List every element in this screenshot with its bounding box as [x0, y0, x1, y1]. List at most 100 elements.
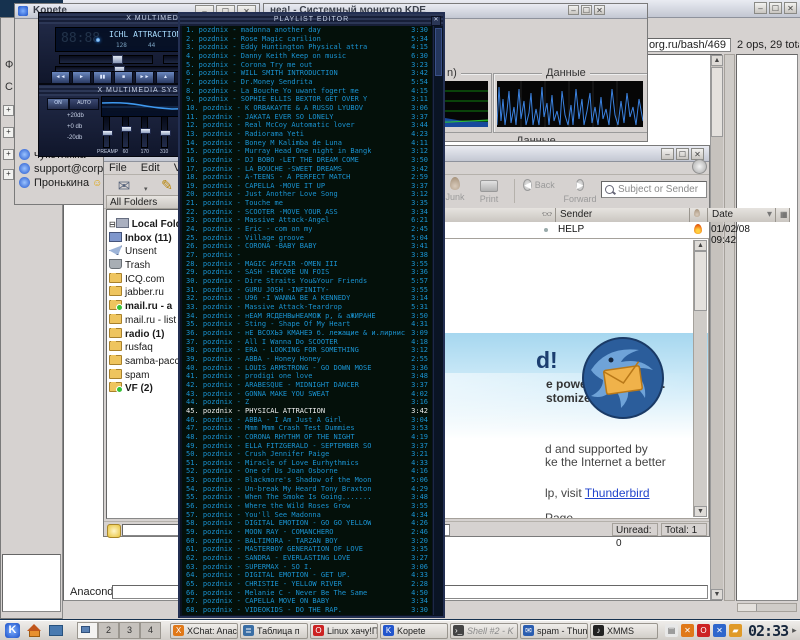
message-junk-icon[interactable]	[694, 224, 702, 234]
col-sender[interactable]: Sender	[556, 208, 690, 222]
playlist-titlebar[interactable]: PLAYLIST EDITOR	[180, 14, 443, 26]
playlist-scrollbar[interactable]	[433, 26, 443, 615]
playlist-row[interactable]: 66. pozdnix - Melanie C - Never Be The S…	[182, 589, 432, 598]
playlist-row[interactable]: 56. pozdnix - Where the Wild Roses Grow3…	[182, 502, 432, 511]
playlist-row[interactable]: 7. pozdnix - Dr.Money Sendrita5:54	[182, 78, 432, 87]
playlist-row[interactable]: 37. pozdnix - All I Wanna Do SCOOTER4:18	[182, 338, 432, 347]
userlist-hscrollbar[interactable]	[737, 603, 797, 612]
maximize-icon[interactable]: ☐	[581, 5, 592, 15]
thunderbird-link[interactable]: Thunderbird	[585, 486, 650, 500]
playlist-row[interactable]: 15. pozdnix - Murray Head One night in B…	[182, 147, 432, 156]
content-scrollbar[interactable]: ▲ ▼	[693, 240, 707, 517]
menu-edit[interactable]: Edit	[141, 162, 160, 174]
playlist-row[interactable]: 43. pozdnix - GONNA MAKE YOU SWEAT4:02	[182, 390, 432, 399]
playlist-row[interactable]: 38. pozdnix - ERA - LOOKING FOR SOMETHIN…	[182, 346, 432, 355]
close-icon[interactable]: ✕	[784, 2, 797, 14]
chat-scrollbar[interactable]: ▲ ▼	[710, 55, 723, 600]
scroll-up-icon[interactable]: ▲	[711, 55, 723, 66]
playlist-row[interactable]: 10. pozdnix - K ORBAKAYTE & A RUSSO LYUB…	[182, 104, 432, 113]
tray-icon[interactable]: ▰	[729, 624, 742, 637]
playlist-row[interactable]: 6. pozdnix - WILL SMITH INTRODUCTION3:42	[182, 69, 432, 78]
col-junk-icon[interactable]	[690, 208, 708, 222]
clock[interactable]: 02:33	[748, 622, 788, 640]
playlist-row[interactable]: 19. pozdnix - CAPELLA -MOVE IT UP3:37	[182, 182, 432, 191]
close-icon[interactable]: ✕	[594, 5, 605, 15]
transport-button[interactable]: ■	[114, 71, 133, 84]
playlist-row[interactable]: 55. pozdnix - When The Smoke Is Going...…	[182, 493, 432, 502]
playlist-row[interactable]: 11. pozdnix - JAKATA EVER SO LONELY3:37	[182, 113, 432, 122]
transport-button[interactable]: ◄◄	[51, 71, 70, 84]
playlist-row[interactable]: 45. pozdnix - PHYSICAL ATTRACTION3:42	[182, 407, 432, 416]
scrollbar-thumb[interactable]	[435, 28, 442, 76]
transport-button[interactable]: ►►	[135, 71, 154, 84]
playlist-row[interactable]: 21. pozdnix - Touche me3:35	[182, 199, 432, 208]
playlist-row[interactable]: 57. pozdnix - You'll See Madonna4:34	[182, 511, 432, 520]
eq-band-thumb[interactable]	[160, 130, 171, 136]
playlist-row[interactable]: 30. pozdnix - Dire Straits You&Your Frie…	[182, 277, 432, 286]
left-panel-text-area[interactable]	[2, 554, 61, 612]
playlist-row[interactable]: 46. pozdnix - ABBA - I Am Just A Girl3:0…	[182, 416, 432, 425]
playlist-row[interactable]: 61. pozdnix - MASTERBOY GENERATION OF LO…	[182, 545, 432, 554]
folder-row[interactable]: VF (2)	[109, 382, 186, 396]
playlist-row[interactable]: 36. pozdnix - нЕ ВСОХЬЭ КМАНЕЭ б. лежащи…	[182, 329, 432, 338]
task-button[interactable]: K Kopete	[380, 623, 448, 639]
lightbulb-icon[interactable]	[107, 524, 121, 538]
menu-letter-2[interactable]: С	[5, 81, 13, 93]
playlist-row[interactable]: 63. pozdnix - SUPERMAX - SO I.3:06	[182, 563, 432, 572]
playlist-row[interactable]: 29. pozdnix - SASH -ENCORE UN FOIS3:36	[182, 268, 432, 277]
playlist-row[interactable]: 22. pozdnix - SCOOTER -MOVE YOUR ASS3:34	[182, 208, 432, 217]
playlist-row[interactable]: 50. pozdnix - Crush Jennifer Paige3:21	[182, 450, 432, 459]
volume-thumb[interactable]	[112, 55, 123, 64]
playlist-row[interactable]: 26. pozdnix - CORONA -BABY BABY3:41	[182, 242, 432, 251]
playlist-row[interactable]: 17. pozdnix - LA BOUCHE -SWEET DREAMS3:4…	[182, 165, 432, 174]
scroll-down-icon[interactable]: ▼	[711, 589, 723, 600]
folder-row[interactable]: mail.ru - list	[109, 314, 186, 328]
task-button[interactable]: ✉ spam - Thun	[520, 623, 588, 639]
scroll-down-icon[interactable]: ▼	[694, 506, 707, 517]
task-button[interactable]: ≣ Таблица п	[240, 623, 308, 639]
task-button[interactable]: ›_ Shell #2 - K	[450, 623, 518, 639]
eq-band-thumb[interactable]	[121, 126, 132, 132]
playlist-row[interactable]: 33. pozdnix - Massive Attack-Teardrop5:3…	[182, 303, 432, 312]
message-date[interactable]: 01/02/08 09:42	[711, 224, 750, 246]
playlist-row[interactable]: 52. pozdnix - One of Us Joan Osborne4:16	[182, 467, 432, 476]
playlist-row[interactable]: 3. pozdnix - Eddy Huntington Physical at…	[182, 43, 432, 52]
playlist-row[interactable]: 5. pozdnix - Corona Try me out3:23	[182, 61, 432, 70]
playlist-row[interactable]: 24. pozdnix - Eric - com on my2:45	[182, 225, 432, 234]
tray-icon[interactable]: O	[697, 624, 710, 637]
task-button[interactable]: X XChat: Anac	[170, 623, 238, 639]
playlist-row[interactable]: 49. pozdnix - ELLA FITZGERALD - SEPTEMBE…	[182, 442, 432, 451]
playlist-row[interactable]: 41. pozdnix - prodigi one love3:48	[182, 372, 432, 381]
volume-slider[interactable]	[59, 55, 153, 64]
playlist-row[interactable]: 60. pozdnix - BALTIMORA - TARZAN BOY3:20	[182, 537, 432, 546]
folder-row[interactable]: ICQ.com	[109, 273, 186, 287]
playlist-row[interactable]: 44. pozdnix - Z3:16	[182, 398, 432, 407]
time-display[interactable]: 88:88	[61, 31, 100, 46]
folder-row[interactable]: Trash	[109, 259, 186, 273]
eq-auto-button[interactable]: AUTO	[69, 98, 99, 110]
folder-row[interactable]: jabber.ru	[109, 286, 186, 300]
playlist-row[interactable]: 20. pozdnix - Just Another Love Song3:12	[182, 190, 432, 199]
eq-band[interactable]: 310	[155, 116, 173, 155]
scrollbar-thumb[interactable]	[711, 67, 723, 137]
playlist-row[interactable]: 62. pozdnix - SANDRA - EVERLASTING LOVE3…	[182, 554, 432, 563]
kmenu-icon[interactable]: K	[5, 623, 20, 638]
scrollbar-thumb[interactable]	[694, 251, 707, 311]
folder-row[interactable]: Inbox (11)	[109, 232, 186, 246]
print-button[interactable]: Print	[472, 177, 506, 204]
playlist-row[interactable]: 16. pozdnix - DJ BOBO -LET THE DREAM COM…	[182, 156, 432, 165]
col-glasses-icon[interactable]: 👓︎	[538, 208, 556, 222]
playlist-row[interactable]: 2. pozdnix - Rose Magic carilion5:34	[182, 35, 432, 44]
playlist-row[interactable]: 9. pozdnix - SOPHIE ELLIS BEXTOR GET OVE…	[182, 95, 432, 104]
playlist-row[interactable]: 40. pozdnix - LOUIS ARMSTRONG - GO DOWN …	[182, 364, 432, 373]
playlist-row[interactable]: 42. pozdnix - ARABESQUE - MIDNIGHT DANCE…	[182, 381, 432, 390]
minimize-icon[interactable]: –	[661, 148, 674, 160]
playlist-row[interactable]: 34. pozdnix - нЕАМ ЯСДЕНВыНЕАМОЖ р, & аЖ…	[182, 312, 432, 321]
search-input[interactable]: Subject or Sender	[601, 181, 707, 198]
transport-button[interactable]: ▮▮	[93, 71, 112, 84]
playlist-row[interactable]: 58. pozdnix - DIGITAL EMOTION - GO GO YE…	[182, 519, 432, 528]
xchat-user-list[interactable]	[736, 54, 798, 601]
maximize-icon[interactable]: ☐	[676, 148, 689, 160]
forward-button[interactable]: ▶ Forward	[560, 177, 600, 204]
scroll-up-icon[interactable]: ▲	[694, 240, 707, 251]
